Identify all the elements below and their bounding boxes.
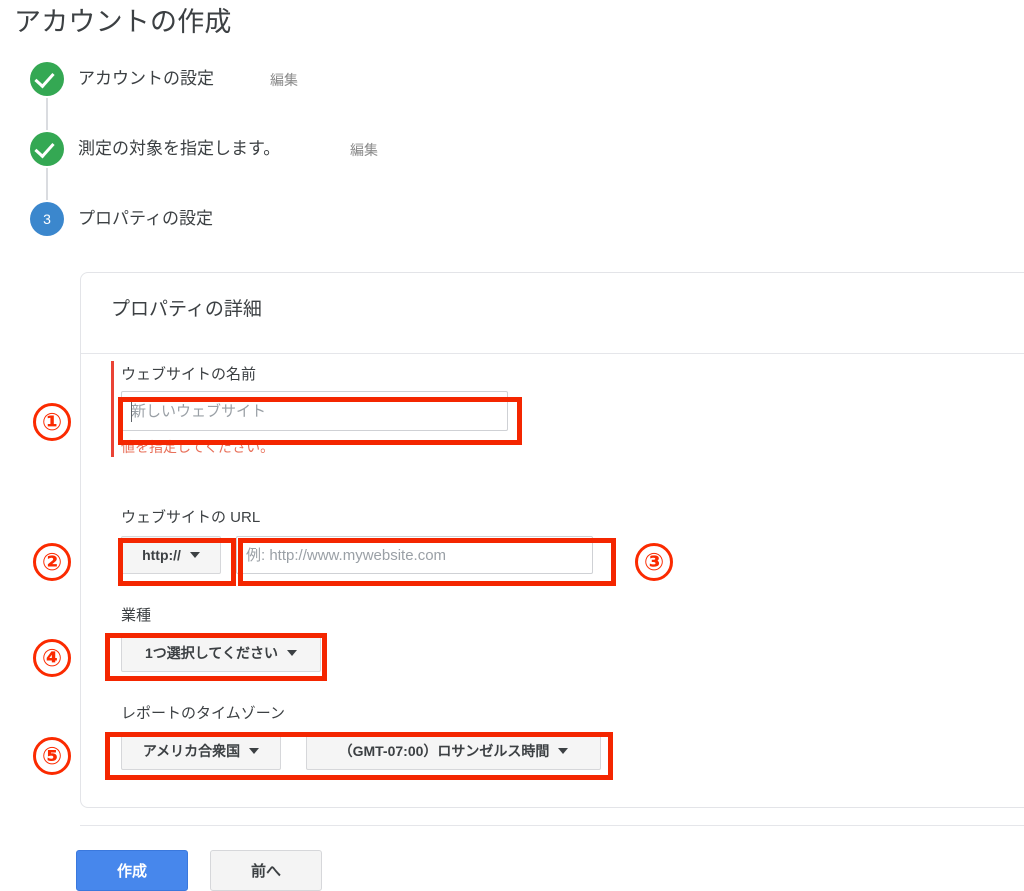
stepper-connector [46, 98, 48, 130]
annotation-marker-5: ⑤ [33, 737, 71, 775]
annotation-marker-2: ② [33, 543, 71, 581]
timezone-zone-value: （GMT-07:00）ロサンゼルス時間 [338, 743, 550, 759]
back-button[interactable]: 前へ [210, 850, 322, 891]
chevron-down-icon [249, 748, 260, 754]
chevron-down-icon [558, 748, 569, 754]
timezone-label: レポートのタイムゾーン [121, 705, 285, 722]
site-name-error-bar [111, 361, 114, 457]
timezone-country-value: アメリカ合衆国 [142, 743, 241, 759]
industry-dropdown[interactable]: 1つ選択してください [121, 634, 321, 672]
site-url-label: ウェブサイトの URL [121, 509, 261, 526]
timezone-zone-dropdown[interactable]: （GMT-07:00）ロサンゼルス時間 [306, 732, 601, 770]
industry-label: 業種 [121, 607, 152, 624]
site-name-input[interactable] [121, 391, 508, 431]
chevron-down-icon [286, 650, 297, 656]
check-icon [30, 62, 64, 96]
step-number-badge: 3 [30, 202, 64, 236]
stepper-connector [46, 168, 48, 200]
page-title: アカウントの作成 [14, 7, 232, 37]
site-name-label: ウェブサイトの名前 [121, 366, 257, 383]
url-protocol-value: http:// [142, 547, 181, 563]
card-title: プロパティの詳細 [111, 299, 262, 320]
stepper-step-label: プロパティの設定 [78, 209, 213, 228]
annotation-marker-1: ① [33, 403, 71, 441]
site-name-error-text: 値を指定してください。 [121, 439, 275, 455]
timezone-country-dropdown[interactable]: アメリカ合衆国 [121, 732, 281, 770]
stepper-step-property-setup[interactable]: 3 プロパティの設定 [30, 202, 730, 242]
text-cursor [131, 401, 132, 422]
stepper-step-account-setup[interactable]: アカウントの設定 編集 [30, 62, 730, 132]
chevron-down-icon [189, 552, 200, 558]
url-protocol-dropdown[interactable]: http:// [121, 536, 221, 574]
stepper-edit-link-measurement-target[interactable]: 編集 [350, 139, 378, 161]
stepper-step-label: 測定の対象を指定します。 [78, 139, 281, 158]
check-icon [30, 132, 64, 166]
create-button[interactable]: 作成 [76, 850, 188, 891]
industry-value: 1つ選択してください [145, 645, 278, 661]
card-divider [81, 353, 1024, 354]
stepper-edit-link-account-setup[interactable]: 編集 [270, 69, 298, 91]
footer-divider [80, 825, 1024, 826]
site-url-input[interactable] [236, 536, 593, 574]
stepper-step-measurement-target[interactable]: 測定の対象を指定します。 編集 [30, 132, 730, 202]
stepper: アカウントの設定 編集 測定の対象を指定します。 編集 3 プロパティの設定 [30, 62, 730, 242]
annotation-marker-4: ④ [33, 639, 71, 677]
stepper-step-label: アカウントの設定 [78, 69, 214, 88]
property-details-card: プロパティの詳細 ウェブサイトの名前 値を指定してください。 ウェブサイトの U… [80, 272, 1024, 808]
